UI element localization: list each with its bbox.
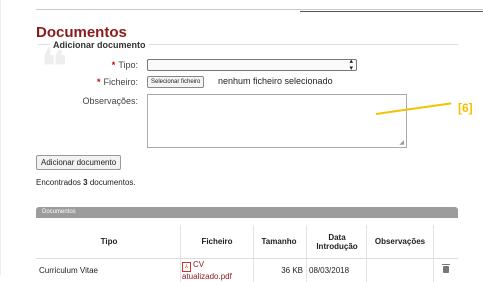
tipo-select[interactable]: ▴▾ — [147, 59, 357, 71]
cell-tamanho: 36 KB — [254, 259, 307, 282]
tipo-label: *Tipo: — [40, 60, 138, 70]
header-tipo: Tipo — [36, 225, 181, 259]
fieldset-legend: Adicionar documento — [50, 40, 149, 50]
table-header-row: Tipo Ficheiro Tamanho Data Introdução Ob… — [36, 225, 458, 259]
observacoes-textarea[interactable]: ◢ — [147, 94, 407, 148]
table-row: Curriculum Vitae ⅄CV atualizado.pdf 36 K… — [36, 259, 458, 282]
header-tamanho: Tamanho — [254, 225, 307, 259]
add-document-button[interactable]: Adicionar documento — [36, 155, 121, 170]
cell-tipo: Curriculum Vitae — [36, 259, 181, 282]
header-ficheiro: Ficheiro — [181, 225, 254, 259]
pdf-file-icon: ⅄ — [182, 262, 191, 272]
left-edge-divider — [0, 0, 1, 275]
cell-ficheiro: ⅄CV atualizado.pdf — [181, 259, 254, 282]
file-status-text: nenhum ficheiro selecionado — [218, 76, 333, 86]
documents-table: Tipo Ficheiro Tamanho Data Introdução Ob… — [36, 225, 458, 282]
documents-count-text: Encontrados 3 documentos. — [36, 178, 136, 187]
cell-observacoes — [367, 259, 434, 282]
cell-data: 08/03/2018 — [307, 259, 367, 282]
header-data-introducao: Data Introdução — [307, 225, 367, 259]
documents-table-caption: Documentos — [36, 207, 458, 218]
annotation-label: [6] — [458, 101, 473, 115]
delete-trash-icon[interactable] — [443, 266, 449, 273]
select-file-button[interactable]: Selecionar ficheiro — [147, 76, 204, 88]
header-divider — [36, 9, 483, 10]
cell-actions — [434, 259, 459, 282]
header-divider-dark — [300, 11, 483, 12]
required-mark: * — [112, 60, 116, 70]
required-mark: * — [97, 77, 101, 87]
ficheiro-label: *Ficheiro: — [40, 77, 138, 87]
header-actions — [434, 225, 459, 259]
header-observacoes: Observações — [367, 225, 434, 259]
select-arrows-icon: ▴▾ — [349, 58, 353, 72]
observacoes-label: Observações: — [40, 96, 138, 106]
resize-grip-icon[interactable]: ◢ — [399, 139, 404, 146]
